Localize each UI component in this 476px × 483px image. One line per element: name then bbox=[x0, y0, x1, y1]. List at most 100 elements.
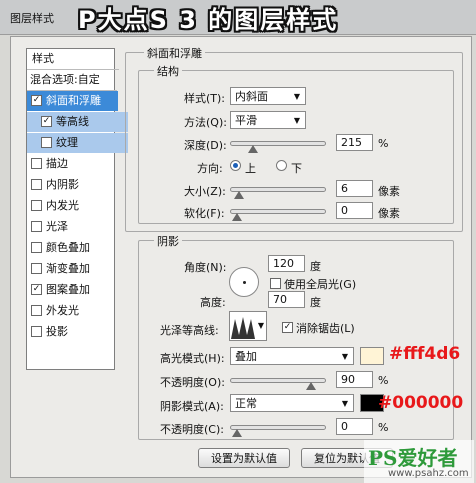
sidebar-item[interactable]: 渐变叠加 bbox=[27, 259, 118, 279]
checkbox-icon[interactable]: ✓ bbox=[31, 94, 42, 106]
shadow-hex-annotation: #000000 bbox=[378, 393, 464, 413]
highlight-opacity-label: 不透明度(O): bbox=[160, 376, 225, 389]
antialias-label: 消除锯齿(L) bbox=[296, 322, 355, 335]
depth-input[interactable]: 215 bbox=[336, 134, 373, 151]
depth-slider[interactable] bbox=[230, 141, 326, 146]
soften-slider[interactable] bbox=[230, 209, 326, 214]
style-label: 样式(T): bbox=[184, 92, 226, 105]
depth-slider-thumb[interactable] bbox=[248, 145, 259, 153]
altitude-unit: 度 bbox=[310, 296, 321, 309]
angle-input[interactable]: 120 bbox=[268, 255, 305, 272]
shadow-opacity-slider[interactable] bbox=[230, 425, 326, 430]
highlight-color-swatch[interactable] bbox=[360, 347, 384, 365]
sidebar-item-label: 纹理 bbox=[56, 136, 78, 149]
direction-down-label: 下 bbox=[291, 162, 302, 175]
structure-title: 结构 bbox=[154, 63, 182, 79]
watermark-brand: PS爱好者 bbox=[368, 446, 458, 470]
shadow-opacity-thumb[interactable] bbox=[232, 429, 242, 437]
global-light-checkbox[interactable] bbox=[270, 277, 285, 290]
window-title: 图层样式 bbox=[10, 12, 54, 25]
checkbox-icon[interactable]: ✓ bbox=[31, 283, 42, 295]
sidebar-item[interactable]: 投影 bbox=[27, 322, 118, 342]
checkbox-icon[interactable] bbox=[31, 241, 42, 253]
sidebar-item-label: 内阴影 bbox=[46, 178, 79, 191]
sidebar-item[interactable]: ✓ 等高线 bbox=[27, 112, 128, 132]
shadow-opacity-unit: % bbox=[378, 421, 389, 434]
direction-up-radio[interactable] bbox=[230, 160, 241, 171]
highlight-opacity-unit: % bbox=[378, 374, 389, 387]
dropdown-arrow-icon: ▼ bbox=[341, 399, 348, 408]
highlight-mode-value: 叠加 bbox=[235, 350, 257, 363]
sidebar-item[interactable]: 内阴影 bbox=[27, 175, 118, 195]
sidebar-item[interactable]: 外发光 bbox=[27, 301, 118, 321]
sidebar-item[interactable]: ✓ 图案叠加 bbox=[27, 280, 118, 300]
checkbox-icon: ✓ bbox=[282, 321, 293, 333]
highlight-hex-annotation: #fff4d6 bbox=[389, 344, 461, 364]
size-unit: 像素 bbox=[378, 185, 400, 198]
sidebar-item-label: 图案叠加 bbox=[46, 283, 90, 296]
size-input[interactable]: 6 bbox=[336, 180, 373, 197]
sidebar-item[interactable]: 描边 bbox=[27, 154, 118, 174]
checkbox-icon bbox=[270, 277, 281, 289]
checkbox-icon[interactable] bbox=[31, 325, 42, 337]
style-value: 内斜面 bbox=[235, 90, 268, 103]
sidebar-item-label: 斜面和浮雕 bbox=[46, 94, 101, 107]
direction-label: 方向: bbox=[197, 162, 223, 175]
sidebar-item-label: 渐变叠加 bbox=[46, 262, 90, 275]
angle-dial-center-icon bbox=[243, 281, 246, 284]
sidebar-item[interactable]: ✓ 斜面和浮雕 bbox=[27, 91, 118, 111]
antialias-checkbox[interactable]: ✓ bbox=[282, 321, 297, 334]
highlight-mode-label: 高光模式(H): bbox=[160, 352, 225, 365]
checkbox-icon[interactable] bbox=[31, 220, 42, 232]
styles-list: 样式 混合选项:自定 ✓ 斜面和浮雕 ✓ 等高线纹理描边内阴影内发光光泽颜色叠加渐变叠… bbox=[26, 48, 128, 370]
checkbox-icon[interactable] bbox=[31, 157, 42, 169]
sidebar-item-label: 外发光 bbox=[46, 304, 79, 317]
technique-dropdown[interactable]: 平滑 ▼ bbox=[230, 111, 306, 129]
checkbox-icon[interactable] bbox=[31, 178, 42, 190]
highlight-opacity-thumb[interactable] bbox=[305, 382, 316, 390]
altitude-input[interactable]: 70 bbox=[268, 291, 305, 308]
checkbox-icon[interactable] bbox=[31, 199, 42, 211]
gloss-contour-picker[interactable]: ▼ bbox=[229, 311, 267, 341]
contour-curve-icon bbox=[231, 317, 255, 339]
watermark: PS爱好者 www.psahz.com bbox=[364, 440, 474, 483]
contour-dropdown-arrow-icon: ▼ bbox=[257, 321, 264, 330]
sidebar-item[interactable]: 光泽 bbox=[27, 217, 118, 237]
highlight-opacity-input[interactable]: 90 bbox=[336, 371, 373, 388]
highlight-mode-dropdown[interactable]: 叠加 ▼ bbox=[230, 347, 354, 365]
technique-label: 方法(Q): bbox=[184, 116, 227, 129]
checkbox-icon[interactable] bbox=[31, 262, 42, 274]
soften-input[interactable]: 0 bbox=[336, 202, 373, 219]
dropdown-arrow-icon: ▼ bbox=[341, 352, 348, 361]
dropdown-arrow-icon: ▼ bbox=[293, 116, 300, 125]
styles-header: 样式 bbox=[27, 49, 119, 70]
shadow-opacity-input[interactable]: 0 bbox=[336, 418, 373, 435]
shadow-mode-value: 正常 bbox=[235, 397, 257, 410]
watermark-url: www.psahz.com bbox=[388, 468, 469, 479]
checkbox-icon[interactable]: ✓ bbox=[41, 115, 52, 127]
direction-up-label: 上 bbox=[245, 162, 256, 175]
sidebar-item-label: 等高线 bbox=[56, 115, 89, 128]
sidebar-item-label: 光泽 bbox=[46, 220, 68, 233]
soften-slider-thumb[interactable] bbox=[232, 213, 242, 221]
make-default-button[interactable]: 设置为默认值 bbox=[198, 448, 290, 468]
size-slider-thumb[interactable] bbox=[234, 191, 245, 199]
shadow-mode-dropdown[interactable]: 正常 ▼ bbox=[230, 394, 354, 412]
checkbox-icon[interactable] bbox=[41, 136, 52, 148]
sidebar-item[interactable]: 内发光 bbox=[27, 196, 118, 216]
depth-unit: % bbox=[378, 137, 389, 150]
sidebar-item[interactable]: 颜色叠加 bbox=[27, 238, 118, 258]
angle-unit: 度 bbox=[310, 260, 321, 273]
angle-dial[interactable] bbox=[229, 267, 259, 297]
size-label: 大小(Z): bbox=[184, 185, 226, 198]
sidebar-item[interactable]: 纹理 bbox=[27, 133, 128, 153]
blend-options-item[interactable]: 混合选项:自定 bbox=[27, 70, 117, 91]
checkbox-icon[interactable] bbox=[31, 304, 42, 316]
shadow-opacity-label: 不透明度(C): bbox=[160, 423, 224, 436]
angle-label: 角度(N): bbox=[184, 261, 227, 274]
sidebar-item-label: 内发光 bbox=[46, 199, 79, 212]
style-dropdown[interactable]: 内斜面 ▼ bbox=[230, 87, 306, 105]
technique-value: 平滑 bbox=[235, 114, 257, 127]
soften-label: 软化(F): bbox=[184, 207, 225, 220]
direction-down-radio[interactable] bbox=[276, 160, 287, 171]
